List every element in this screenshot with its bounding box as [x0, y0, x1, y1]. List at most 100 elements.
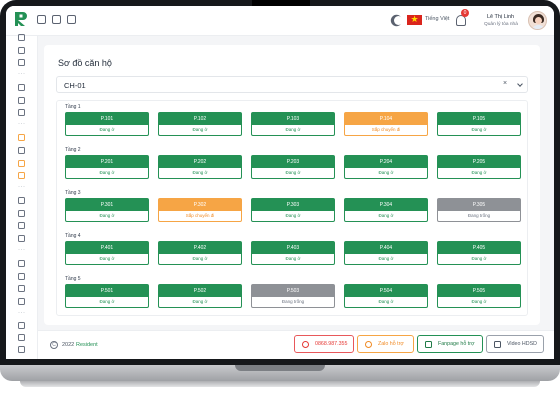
settings-icon[interactable]: [18, 322, 25, 329]
room-card[interactable]: P.102 Đang ở: [158, 112, 242, 136]
room-name: P.101: [66, 113, 148, 125]
floor-row: Tầng 4 P.401 Đang ở P.402 Đang ở P.403 Đang…: [57, 230, 527, 273]
room-card[interactable]: P.304 Đang ở: [344, 198, 428, 222]
fanpage-label: Fanpage hỗ trợ: [438, 341, 475, 347]
home-icon[interactable]: [18, 47, 25, 54]
floor-grid: Tầng 1 P.101 Đang ở P.102 Đang ở P.103 Đang…: [56, 100, 528, 316]
room-name: P.402: [159, 242, 241, 254]
copyright-year: 2022: [62, 342, 75, 348]
room-status: Đang ở: [378, 170, 394, 175]
grid-icon[interactable]: [37, 15, 46, 24]
video-guide-button[interactable]: Video HDSD: [486, 335, 544, 353]
notification-badge: 0: [461, 9, 469, 17]
file-icon[interactable]: [18, 235, 25, 242]
room-card[interactable]: P.302 Sắp chuyển đi: [158, 198, 242, 222]
room-name: P.504: [345, 285, 427, 297]
chevron-down-icon[interactable]: [517, 81, 523, 87]
room-status: Đang ở: [378, 256, 394, 261]
monitor-icon[interactable]: [18, 346, 25, 353]
divider-dots: ···: [18, 310, 26, 316]
room-card[interactable]: P.103 Đang ở: [251, 112, 335, 136]
avatar-body: [532, 25, 545, 29]
room-card[interactable]: P.101 Đang ở: [65, 112, 149, 136]
footer-brand[interactable]: Resident: [76, 342, 98, 348]
room-card[interactable]: P.502 Đang ở: [158, 284, 242, 308]
window-icon[interactable]: [52, 15, 61, 24]
room-card[interactable]: P.501 Đang ở: [65, 284, 149, 308]
zalo-label: Zalo hỗ trợ: [378, 341, 404, 347]
room-card[interactable]: P.503 Đang trống: [251, 284, 335, 308]
resident-icon[interactable]: [18, 109, 25, 116]
invoice-icon[interactable]: [18, 285, 25, 292]
tool-icon[interactable]: [18, 197, 25, 204]
copyright-icon: C: [50, 341, 58, 349]
room-card[interactable]: P.105 Đang ở: [437, 112, 521, 136]
user-name[interactable]: Lê Thị Linh: [487, 14, 514, 20]
security-icon[interactable]: [18, 334, 25, 341]
room-name: P.301: [66, 199, 148, 211]
room-status: Đang ở: [285, 213, 301, 218]
room-status: Đang ở: [378, 213, 394, 218]
video-label: Video HDSD: [507, 341, 537, 347]
zalo-support-button[interactable]: Zalo hỗ trợ: [357, 335, 414, 353]
room-card[interactable]: P.405 Đang ở: [437, 241, 521, 265]
report-icon[interactable]: [18, 134, 25, 141]
footer: C 2022 Resident 0868.987.355 Zalo hỗ trợ…: [38, 330, 554, 359]
room-card[interactable]: P.505 Đang ở: [437, 284, 521, 308]
room-name: P.505: [438, 285, 520, 297]
request-icon[interactable]: [18, 172, 25, 179]
room-card[interactable]: P.202 Đang ở: [158, 155, 242, 179]
room-card[interactable]: P.305 Đang trống: [437, 198, 521, 222]
room-card[interactable]: P.404 Đang ở: [344, 241, 428, 265]
room-name: P.405: [438, 242, 520, 254]
avatar[interactable]: [528, 11, 547, 30]
room-card[interactable]: P.205 Đang ở: [437, 155, 521, 179]
language-label[interactable]: Tiếng Việt: [425, 16, 449, 22]
chart-icon[interactable]: [18, 147, 25, 154]
room-card[interactable]: P.401 Đang ở: [65, 241, 149, 265]
top-bar: ★ Tiếng Việt 0 Lê Thị Linh Quản lý tòa n…: [6, 6, 554, 36]
resident-logo[interactable]: [14, 11, 28, 27]
dashboard-icon[interactable]: [18, 34, 25, 41]
floor-label: Tầng 4: [65, 233, 81, 239]
room-name: P.501: [66, 285, 148, 297]
room-status: Đang ở: [471, 170, 487, 175]
room-card[interactable]: P.104 Sắp chuyển đi: [344, 112, 428, 136]
invoice-list-icon[interactable]: [18, 298, 25, 305]
room-status: Sắp chuyển đi: [371, 127, 401, 132]
clear-icon[interactable]: ×: [503, 80, 507, 87]
phone-icon: [302, 341, 309, 348]
room-status: Đang ở: [285, 127, 301, 132]
room-status: Đang ở: [285, 170, 301, 175]
moon-icon[interactable]: [394, 16, 403, 25]
room-card[interactable]: P.203 Đang ở: [251, 155, 335, 179]
room-name: P.303: [252, 199, 334, 211]
edit-icon[interactable]: [18, 210, 25, 217]
laptop-frame: ★ Tiếng Việt 0 Lê Thị Linh Quản lý tòa n…: [0, 0, 560, 400]
floor-label: Tầng 3: [65, 190, 81, 196]
fanpage-support-button[interactable]: Fanpage hỗ trợ: [417, 335, 483, 353]
document-icon[interactable]: [18, 260, 25, 267]
room-status: Đang ở: [471, 256, 487, 261]
room-card[interactable]: P.402 Đang ở: [158, 241, 242, 265]
room-card[interactable]: P.301 Đang ở: [65, 198, 149, 222]
service-icon[interactable]: [18, 160, 25, 167]
flag-star-icon: ★: [410, 14, 419, 24]
room-card[interactable]: P.204 Đang ở: [344, 155, 428, 179]
contract-icon[interactable]: [18, 273, 25, 280]
room-card[interactable]: P.303 Đang ở: [251, 198, 335, 222]
divider-dots: ···: [18, 247, 26, 253]
room-card[interactable]: P.201 Đang ở: [65, 155, 149, 179]
car-icon[interactable]: [18, 222, 25, 229]
room-name: P.401: [66, 242, 148, 254]
checklist-icon[interactable]: [67, 15, 76, 24]
room-card[interactable]: P.504 Đang ở: [344, 284, 428, 308]
room-card[interactable]: P.403 Đang ở: [251, 241, 335, 265]
room-name: P.305: [438, 199, 520, 211]
building-select[interactable]: CH-01 ×: [56, 76, 528, 93]
hotline-button[interactable]: 0868.987.355: [294, 335, 354, 353]
task-icon[interactable]: [18, 59, 25, 66]
room-status: Đang trống: [467, 213, 491, 218]
building-icon[interactable]: [18, 84, 25, 91]
apartment-icon[interactable]: [18, 97, 25, 104]
